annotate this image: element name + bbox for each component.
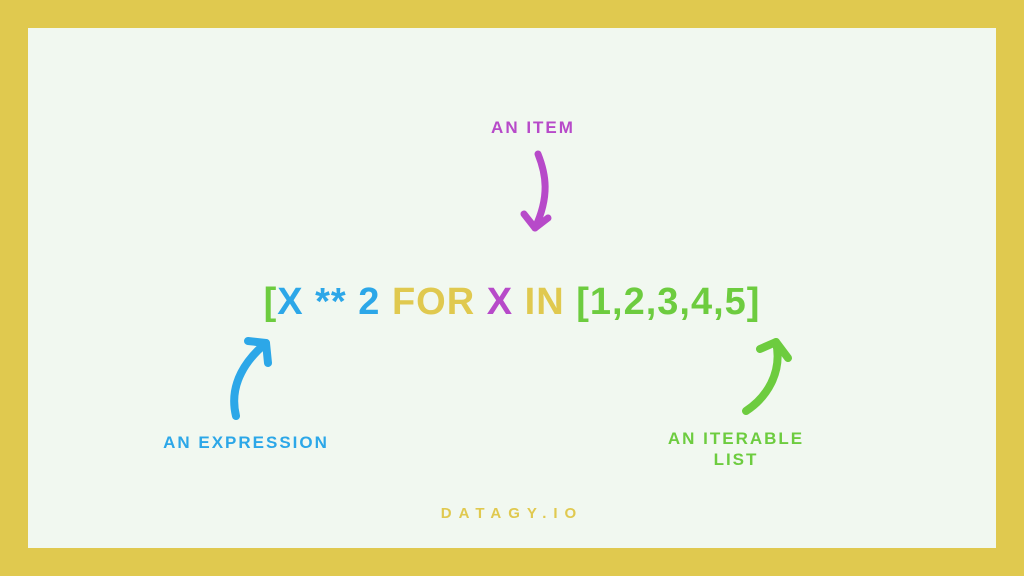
label-expression: AN EXPRESSION xyxy=(146,433,346,453)
arrow-item-icon xyxy=(508,146,568,251)
footer-brand: DATAGY.IO xyxy=(28,505,996,522)
iterable-list: [1,2,3,4,5] xyxy=(576,281,760,323)
label-item: AN ITEM xyxy=(473,118,593,138)
expr-operator: ** xyxy=(315,281,358,323)
diagram-panel: AN ITEM [X ** 2 FOR X IN [1,2,3,4,5] AN … xyxy=(28,28,996,548)
item-variable: X xyxy=(487,281,525,323)
code-expression: [X ** 2 FOR X IN [1,2,3,4,5] xyxy=(28,281,996,324)
label-iterable-line2: LIST xyxy=(714,450,759,469)
arrow-expression-icon xyxy=(218,328,298,428)
keyword-for: FOR xyxy=(392,281,487,323)
label-iterable: AN ITERABLE LIST xyxy=(626,428,846,471)
expr-number: 2 xyxy=(358,281,392,323)
label-iterable-line1: AN ITERABLE xyxy=(668,429,804,448)
expr-variable: X xyxy=(277,281,315,323)
arrow-iterable-icon xyxy=(728,328,808,423)
bracket-open: [ xyxy=(264,281,278,323)
keyword-in: IN xyxy=(525,281,577,323)
